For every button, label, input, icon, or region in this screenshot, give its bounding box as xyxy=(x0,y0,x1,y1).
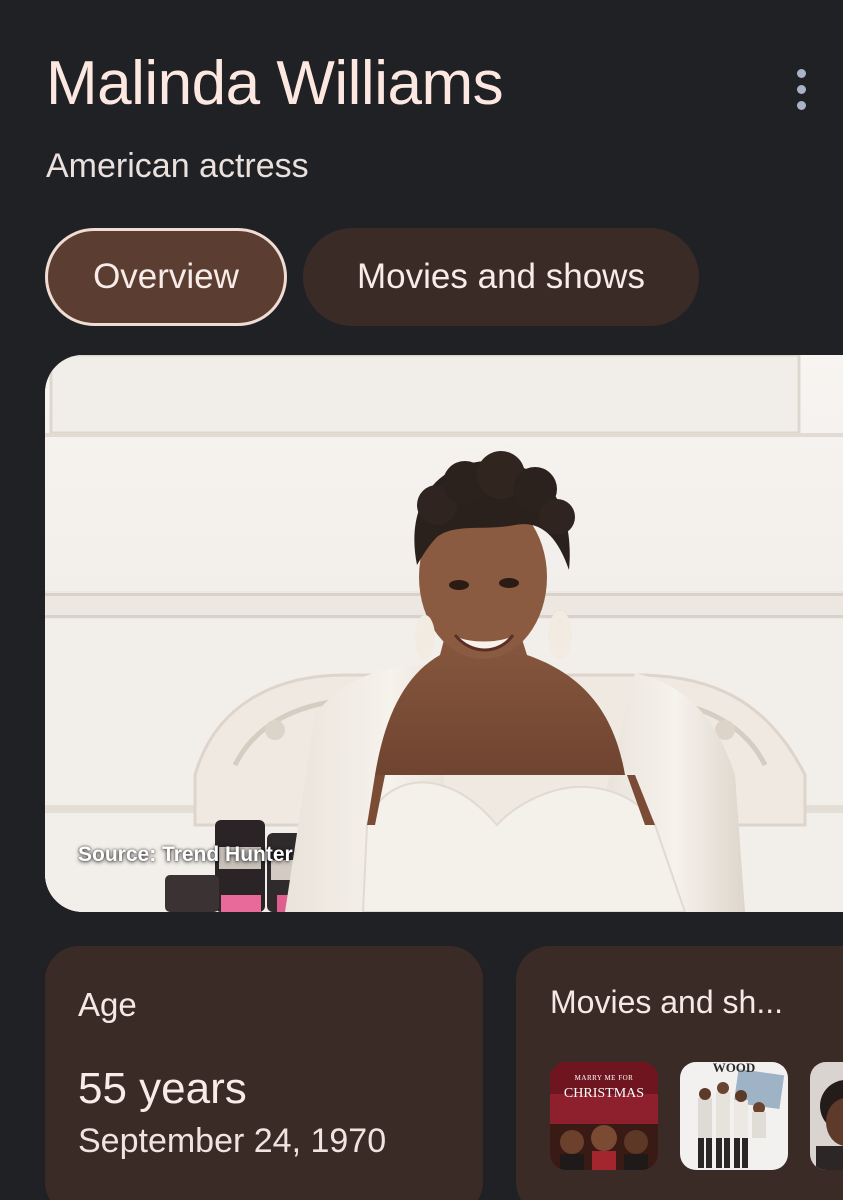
knowledge-panel: Malinda Williams American actress Overvi… xyxy=(0,0,843,1200)
age-value: 55 years xyxy=(78,1064,247,1113)
page-title: Malinda Williams xyxy=(46,49,504,118)
image-source-label[interactable]: Source: Trend Hunter xyxy=(78,843,293,867)
more-vert-icon-dot xyxy=(796,84,806,94)
movie-poster[interactable]: WOOD xyxy=(680,1062,788,1170)
poster-image xyxy=(810,1062,843,1170)
poster-title-main: CHRISTMAS xyxy=(563,1086,645,1101)
movie-poster[interactable] xyxy=(810,1062,843,1170)
age-card[interactable]: Age 55 years September 24, 1970 xyxy=(45,946,483,1200)
more-options-button[interactable] xyxy=(776,62,826,116)
more-vert-icon xyxy=(796,68,806,78)
movies-card-label: Movies and sh... xyxy=(550,984,783,1020)
page-subtitle: American actress xyxy=(46,147,309,185)
tab-overview[interactable]: Overview xyxy=(45,228,287,326)
hero-image[interactable]: Source: Trend Hunter xyxy=(45,355,843,912)
age-label: Age xyxy=(78,986,137,1023)
movies-and-shows-card[interactable]: Movies and sh... MARRY ME FOR CHRISTMAS xyxy=(516,946,843,1200)
poster-title-top: WOOD xyxy=(712,1062,756,1075)
poster-title-top: MARRY ME FOR xyxy=(574,1074,634,1082)
more-vert-icon-dot xyxy=(796,100,806,110)
movie-poster[interactable]: MARRY ME FOR CHRISTMAS xyxy=(550,1062,658,1170)
hero-photo xyxy=(45,355,843,912)
poster-image xyxy=(680,1062,788,1170)
birth-date: September 24, 1970 xyxy=(78,1122,387,1160)
tab-movies-and-shows[interactable]: Movies and shows xyxy=(303,228,699,326)
